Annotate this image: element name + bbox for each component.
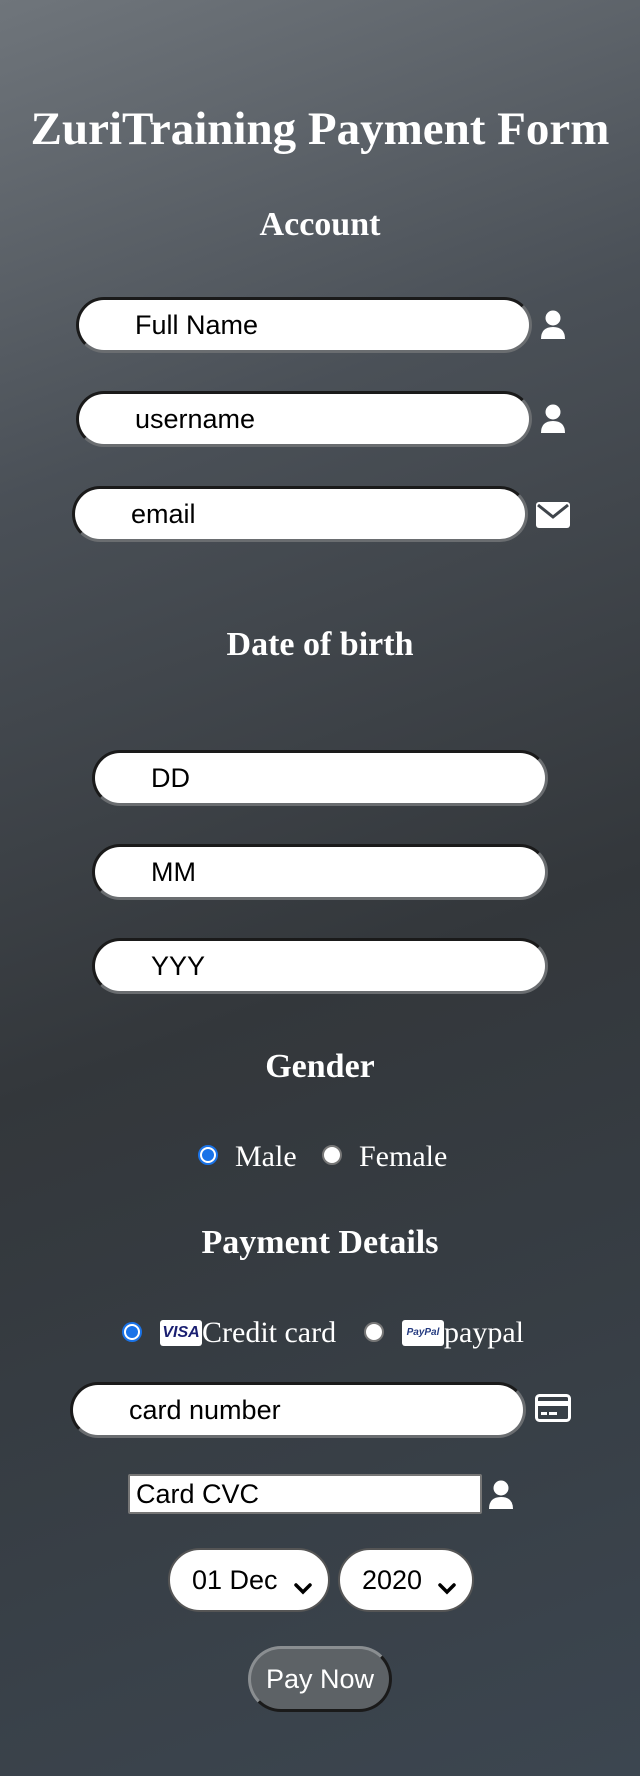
payment-heading: Payment Details <box>201 1224 439 1261</box>
expiry-month-value: 01 Dec <box>192 1564 278 1595</box>
gender-heading: Gender <box>265 1048 375 1085</box>
visa-icon: VISA <box>160 1320 202 1346</box>
gender-male-radio[interactable] <box>198 1145 218 1165</box>
envelope-icon <box>536 502 570 533</box>
gender-female-label: Female <box>359 1140 448 1173</box>
user-icon <box>488 1480 514 1515</box>
pay-now-button[interactable]: Pay Now <box>248 1646 392 1712</box>
expiry-year-value: 2020 <box>362 1564 423 1595</box>
username-input[interactable] <box>76 391 532 447</box>
birth-day-input[interactable] <box>92 750 548 806</box>
credit-card-icon <box>535 1394 571 1427</box>
user-icon <box>540 404 566 439</box>
account-heading: Account <box>259 206 381 243</box>
gender-male-label: Male <box>235 1140 297 1173</box>
chevron-down-icon <box>438 1572 456 1603</box>
paypal-icon: PayPal <box>402 1320 444 1346</box>
card-cvc-input[interactable] <box>128 1474 482 1514</box>
birth-month-input[interactable] <box>92 844 548 900</box>
email-input[interactable] <box>72 486 528 542</box>
expiry-year-select[interactable]: 2020 <box>338 1548 474 1612</box>
paypal-radio[interactable] <box>364 1322 384 1342</box>
chevron-down-icon <box>294 1572 312 1603</box>
birth-year-input[interactable] <box>92 938 548 994</box>
page-title: ZuriTraining Payment Form <box>30 103 610 155</box>
full-name-input[interactable] <box>76 297 532 353</box>
credit-card-label: Credit card <box>202 1316 337 1349</box>
dob-heading: Date of birth <box>226 626 414 663</box>
expiry-month-select[interactable]: 01 Dec <box>168 1548 330 1612</box>
paypal-label: paypal <box>444 1316 524 1349</box>
card-number-input[interactable] <box>70 1382 526 1438</box>
credit-card-radio[interactable] <box>122 1322 142 1342</box>
user-icon <box>540 310 566 345</box>
gender-female-radio[interactable] <box>322 1145 342 1165</box>
